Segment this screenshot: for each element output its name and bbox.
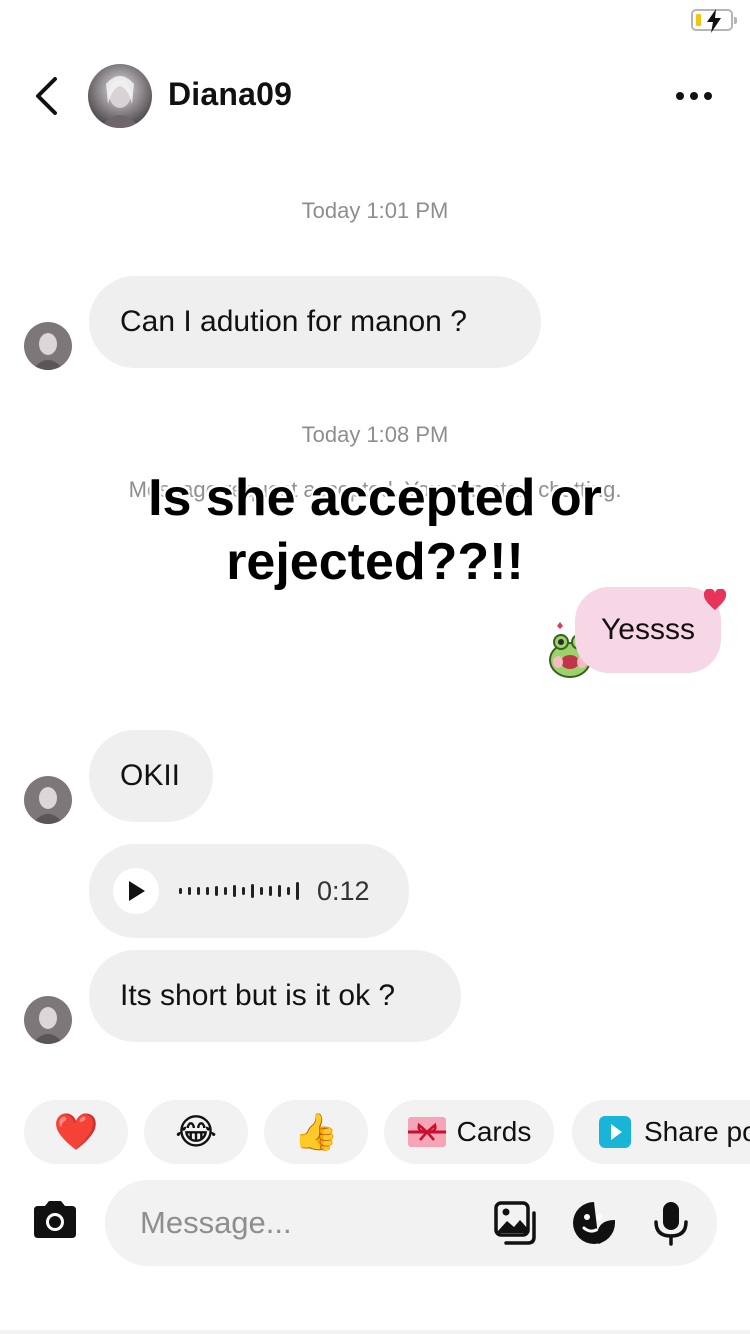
overlay-caption: Is she accepted or rejected??!!: [148, 469, 602, 591]
sender-avatar[interactable]: [24, 776, 72, 824]
message-text: Can I adution for manon ?: [120, 305, 467, 338]
back-button[interactable]: [24, 72, 68, 120]
laughing-emoji-icon: 😂: [174, 1111, 218, 1152]
play-icon: [129, 881, 145, 901]
message-text: Its short but is it ok ?: [120, 979, 396, 1012]
chat-username[interactable]: Diana09: [168, 76, 292, 113]
gallery-button[interactable]: [493, 1199, 541, 1247]
message-text: OKII: [120, 759, 181, 792]
cards-label: Cards: [456, 1116, 532, 1147]
timestamp: Today 1:01 PM: [301, 198, 449, 223]
battery-icon: [691, 9, 737, 33]
gallery-icon: [494, 1201, 536, 1245]
camera-button[interactable]: [30, 1198, 84, 1248]
microphone-button[interactable]: [647, 1199, 695, 1247]
sent-message-bubble[interactable]: Yessss: [575, 587, 721, 673]
voice-duration: 0:12: [317, 875, 370, 906]
share-label: Share po: [644, 1116, 750, 1147]
sender-avatar[interactable]: [24, 322, 72, 370]
received-message-bubble[interactable]: Its short but is it ok ?: [89, 950, 461, 1042]
sticker-icon: [573, 1202, 615, 1244]
sticker-button[interactable]: [570, 1199, 618, 1247]
bottom-divider: [0, 1330, 750, 1334]
share-play-icon: [599, 1116, 631, 1148]
quick-reaction-thumbs-up[interactable]: 👍: [264, 1100, 368, 1164]
voice-message[interactable]: 0:12: [89, 844, 409, 938]
gift-card-icon: [407, 1117, 446, 1147]
heart-icon: ❤️: [53, 1111, 99, 1152]
thumbs-up-icon: 👍: [293, 1111, 339, 1152]
back-icon: [36, 77, 57, 115]
play-button[interactable]: [113, 868, 159, 914]
microphone-icon: [654, 1202, 688, 1246]
quick-reaction-heart[interactable]: ❤️: [24, 1100, 128, 1164]
heart-reaction-icon: [703, 588, 727, 611]
message-composer: [105, 1180, 717, 1266]
cards-button[interactable]: Cards: [384, 1100, 554, 1164]
timestamp: Today 1:08 PM: [301, 422, 449, 447]
message-text: Yessss: [601, 613, 695, 646]
share-post-button[interactable]: Share po: [572, 1100, 750, 1164]
camera-icon: [34, 1201, 76, 1238]
received-message-bubble[interactable]: Can I adution for manon ?: [89, 276, 541, 368]
header-avatar[interactable]: [88, 64, 152, 128]
more-icon: [676, 92, 684, 100]
sender-avatar[interactable]: [24, 996, 72, 1044]
received-message-bubble[interactable]: OKII: [89, 730, 213, 822]
waveform: [179, 876, 299, 906]
more-options-button[interactable]: [664, 76, 724, 116]
quick-reaction-laugh[interactable]: 😂: [144, 1100, 248, 1164]
message-input[interactable]: [140, 1202, 470, 1244]
